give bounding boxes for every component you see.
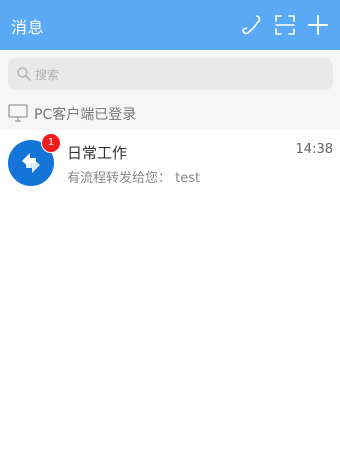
monitor-icon bbox=[8, 104, 28, 122]
workflow-icon bbox=[22, 153, 40, 173]
pc-login-status[interactable]: PC客户端已登录 bbox=[0, 96, 340, 130]
unread-badge: 1 bbox=[41, 133, 61, 153]
pc-status-text: PC客户端已登录 bbox=[34, 107, 137, 123]
search-icon bbox=[16, 66, 32, 82]
conversation-time: 14:38 bbox=[295, 142, 333, 157]
conversation-last-message: 有流程转发给您： test bbox=[67, 171, 201, 186]
search-input[interactable]: 搜索 bbox=[8, 58, 333, 90]
scan-icon[interactable] bbox=[273, 13, 297, 37]
conversation-name: 日常工作 bbox=[67, 144, 128, 162]
phone-icon[interactable] bbox=[240, 13, 264, 37]
top-bar: 消息 bbox=[0, 0, 340, 50]
search-placeholder: 搜索 bbox=[35, 68, 60, 82]
add-icon[interactable] bbox=[306, 13, 330, 37]
page-title: 消息 bbox=[11, 18, 45, 37]
conversation-item[interactable]: 1 日常工作 14:38 有流程转发给您： test bbox=[0, 130, 340, 192]
